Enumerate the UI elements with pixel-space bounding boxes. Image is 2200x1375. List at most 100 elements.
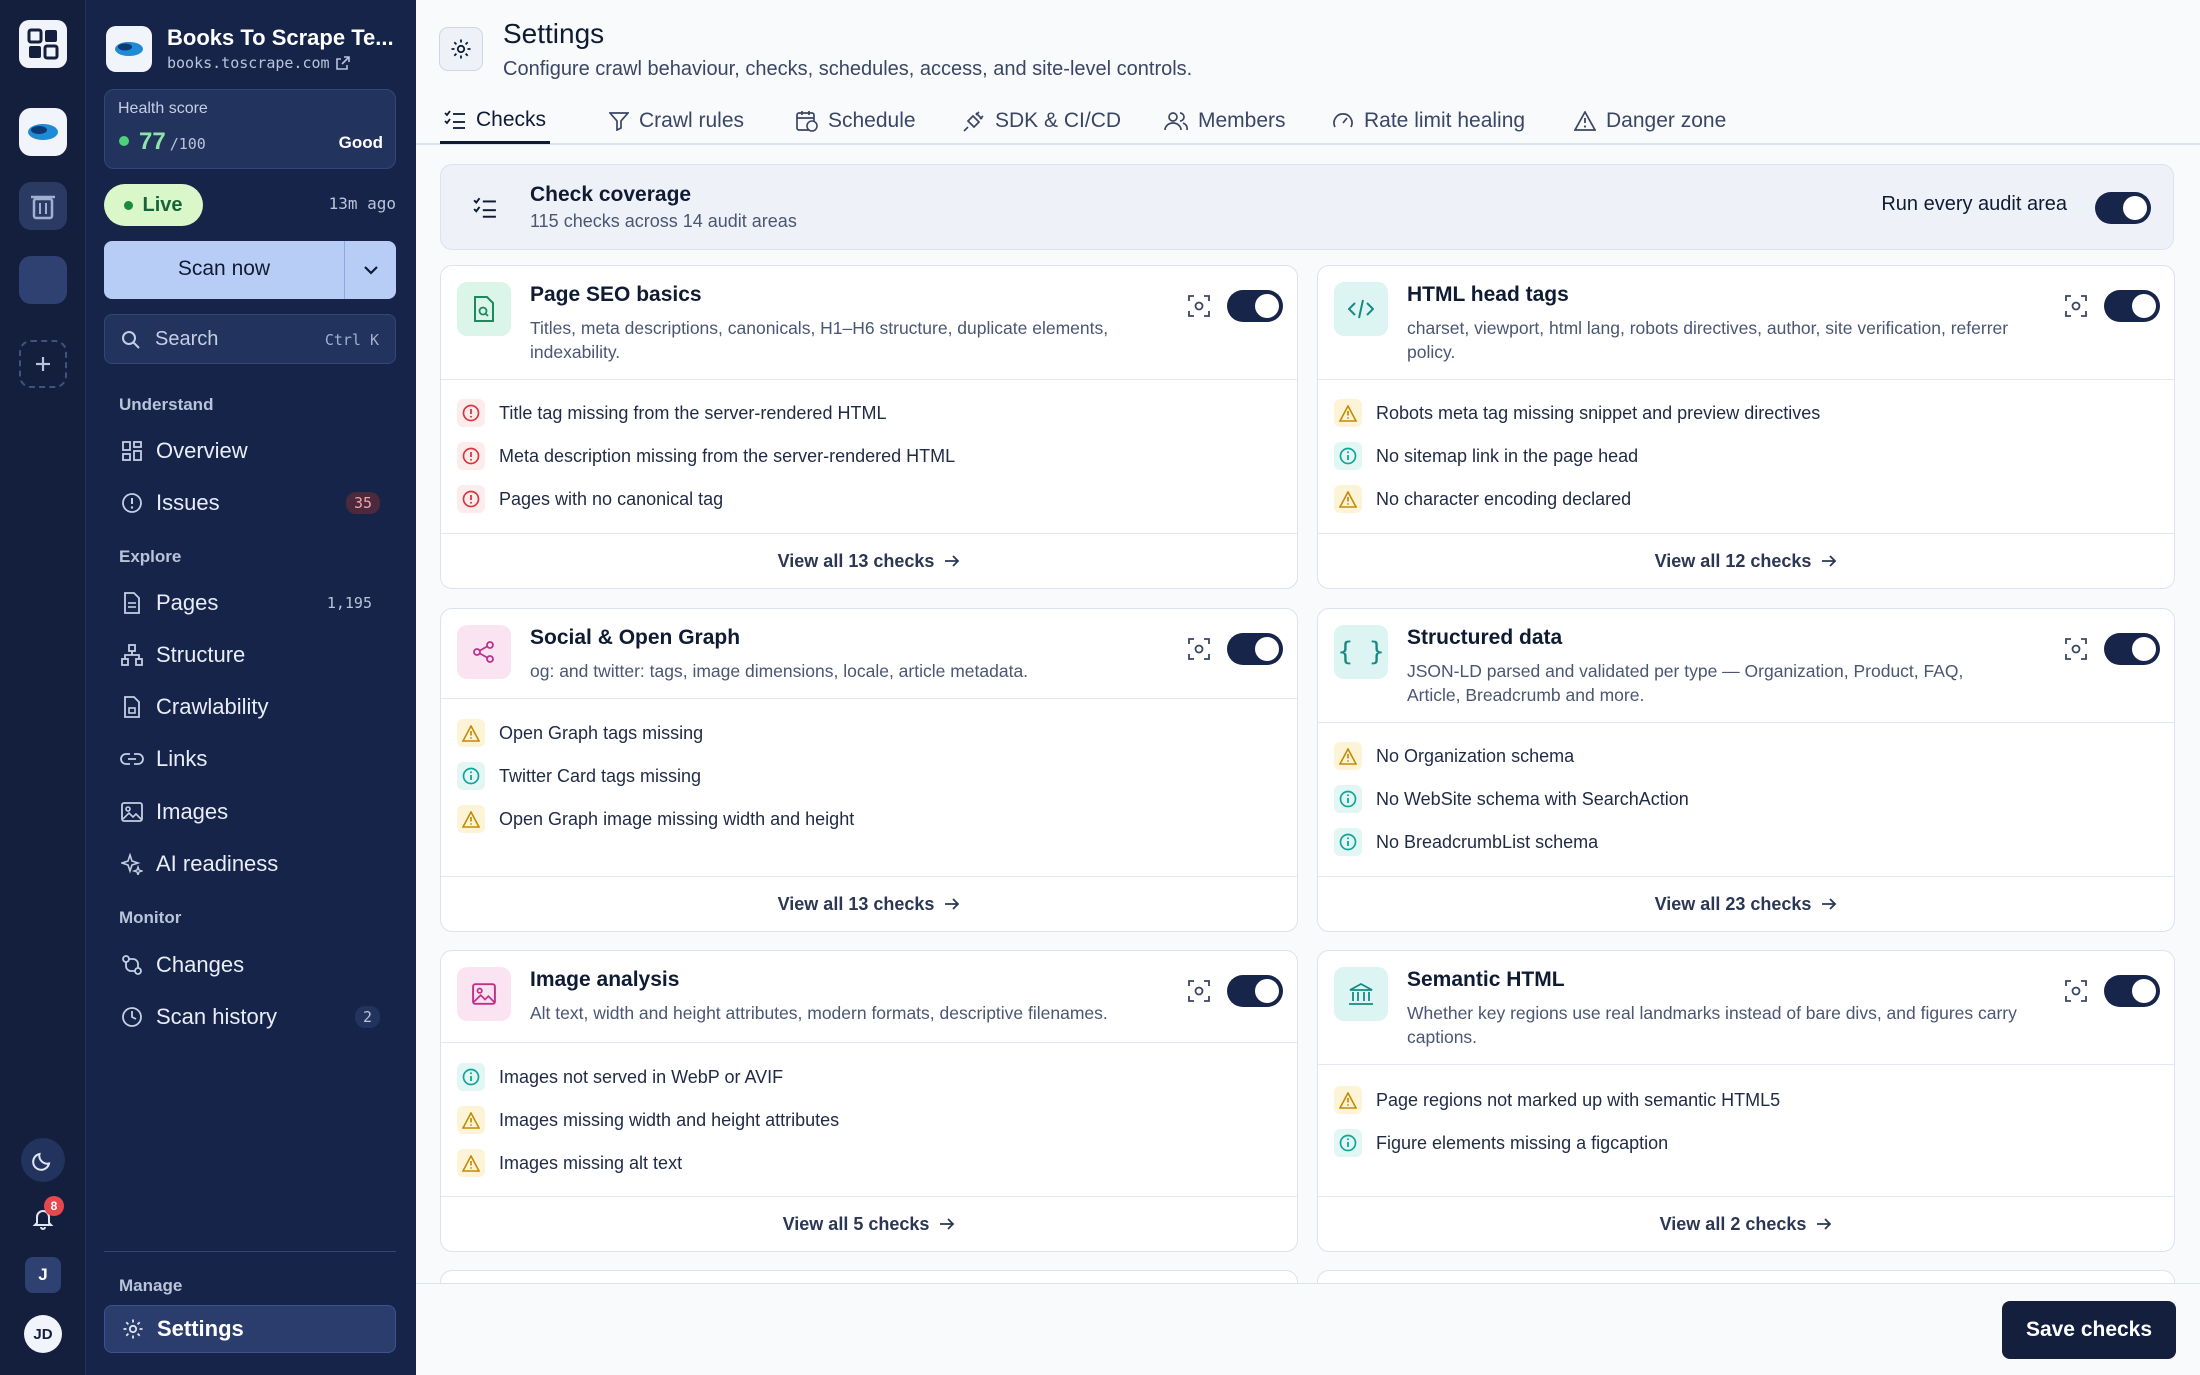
tab-crawl-rules-label: Crawl rules (639, 109, 745, 132)
nav-ai-readiness[interactable]: AI readiness (104, 842, 396, 886)
coverage-title: Check coverage (530, 183, 692, 206)
site-name: Books To Scrape Te... (167, 25, 394, 50)
health-score-value: 77 (139, 128, 166, 155)
nav-issues[interactable]: Issues 35 (104, 481, 396, 525)
tab-checks[interactable]: Checks (440, 98, 550, 144)
scan-options-button[interactable] (344, 241, 396, 299)
arrow-right-icon (1822, 555, 1837, 567)
card-page-seo-title: Page SEO basics (530, 283, 702, 306)
check-item: Images not served in WebP or AVIF (457, 1062, 783, 1092)
warning-icon (1334, 399, 1362, 427)
card-structured-data-toggle[interactable] (2104, 633, 2160, 665)
theme-toggle-moon-icon[interactable] (21, 1138, 65, 1182)
arrow-right-icon (1822, 898, 1837, 910)
card-image-analysis-toggle[interactable] (1227, 975, 1283, 1007)
add-site-icon[interactable] (19, 340, 67, 388)
card-html-head-view-all[interactable]: View all 12 checks (1318, 533, 2174, 588)
user-avatar[interactable]: JD (24, 1315, 62, 1353)
app-logo-icon[interactable] (19, 20, 67, 68)
tab-schedule[interactable]: Schedule (796, 98, 916, 144)
card-page-seo-focus-icon[interactable] (1185, 292, 1213, 320)
check-item: Page regions not marked up with semantic… (1334, 1085, 1780, 1115)
health-score-card[interactable]: Health score 77 /100 Good (104, 89, 396, 169)
card-semantic-html-title: Semantic HTML (1407, 968, 1565, 991)
card-structured-data-focus-icon[interactable] (2062, 635, 2090, 663)
check-item: Images missing alt text (457, 1148, 682, 1178)
card-image-analysis-focus-icon[interactable] (1185, 977, 1213, 1005)
notifications-bell-icon[interactable]: 8 (21, 1196, 65, 1240)
card-page-seo-toggle[interactable] (1227, 290, 1283, 322)
card-social-og: Social & Open Graph og: and twitter: tag… (440, 608, 1298, 932)
users-icon (1164, 112, 1188, 131)
card-page-seo-view-all[interactable]: View all 13 checks (441, 533, 1297, 588)
site-header[interactable]: Books To Scrape Te... books.toscrape.com (106, 22, 406, 78)
file-lock-icon (118, 696, 146, 718)
card-social-og-view-all[interactable]: View all 13 checks (441, 876, 1297, 931)
site-switcher-blank[interactable] (19, 256, 67, 304)
nav-scan-history[interactable]: Scan history 2 (104, 995, 396, 1039)
card-social-og-toggle[interactable] (1227, 633, 1283, 665)
grid-icon (118, 440, 146, 462)
card-structured-data-view-all[interactable]: View all 23 checks (1318, 876, 2174, 931)
card-semantic-html-toggle[interactable] (2104, 975, 2160, 1007)
card-html-head-toggle[interactable] (2104, 290, 2160, 322)
live-dot (124, 200, 134, 210)
last-scan-time: 13m ago (328, 194, 396, 213)
check-item: Robots meta tag missing snippet and prev… (1334, 398, 1820, 428)
scan-now-label: Scan now (177, 257, 271, 280)
nav-overview[interactable]: Overview (104, 429, 396, 473)
site-switcher-current[interactable] (19, 108, 67, 156)
check-item: No Organization schema (1334, 741, 1574, 771)
user-initials: JD (33, 1325, 53, 1343)
card-html-head-header: HTML head tags charset, viewport, html l… (1318, 266, 2174, 380)
warning-icon (457, 1149, 485, 1177)
list-checks-icon (444, 109, 465, 129)
error-icon (457, 442, 485, 470)
share-icon (457, 625, 511, 679)
tab-sdk[interactable]: SDK & CI/CD (963, 98, 1121, 144)
nav-changes[interactable]: Changes (104, 943, 396, 987)
tab-members[interactable]: Members (1164, 98, 1286, 144)
nav-issues-label: Issues (156, 490, 220, 515)
save-checks-button[interactable]: Save checks (2002, 1301, 2176, 1359)
nav-crawlability[interactable]: Crawlability (104, 685, 396, 729)
search-button[interactable]: Search Ctrl K (104, 314, 396, 364)
issues-count-badge: 35 (345, 492, 380, 514)
pages-count-badge: 1,195 (326, 594, 372, 612)
card-semantic-html-view-all[interactable]: View all 2 checks (1318, 1196, 2174, 1251)
info-icon (457, 762, 485, 790)
nav-changes-label: Changes (156, 952, 245, 977)
check-item: No BreadcrumbList schema (1334, 827, 1598, 857)
external-link-icon[interactable] (335, 56, 350, 70)
card-image-analysis-view-all[interactable]: View all 5 checks (441, 1196, 1297, 1251)
card-social-og-focus-icon[interactable] (1185, 635, 1213, 663)
warning-icon (1334, 742, 1362, 770)
info-icon (1334, 785, 1362, 813)
nav-structure[interactable]: Structure (104, 633, 396, 677)
nav-scan-history-label: Scan history (156, 1004, 278, 1029)
nav-pages[interactable]: Pages 1,195 (104, 581, 396, 625)
run-all-toggle[interactable] (2095, 192, 2151, 224)
tab-members-label: Members (1198, 109, 1286, 132)
card-structured-data-header: { } Structured data JSON-LD parsed and v… (1318, 609, 2174, 723)
nav-settings[interactable]: Settings (104, 1305, 396, 1353)
tab-crawl-rules[interactable]: Crawl rules (609, 98, 744, 144)
site-switcher-trash-icon[interactable] (19, 182, 67, 230)
card-structured-data-desc: JSON-LD parsed and validated per type — … (1407, 661, 1964, 705)
card-image-analysis-desc: Alt text, width and height attributes, m… (530, 1003, 1108, 1023)
tab-danger[interactable]: Danger zone (1574, 98, 1726, 144)
check-item: Title tag missing from the server-render… (457, 398, 886, 428)
scan-now-button[interactable]: Scan now (104, 241, 396, 299)
card-structured-data: { } Structured data JSON-LD parsed and v… (1317, 608, 2175, 932)
code-icon (1334, 282, 1388, 336)
workspace-initial: J (38, 1265, 48, 1284)
nav-links[interactable]: Links (104, 737, 396, 781)
tab-rate-limit[interactable]: Rate limit healing (1332, 98, 1525, 144)
arrow-right-icon (1817, 1218, 1832, 1230)
workspace-avatar[interactable]: J (25, 1257, 61, 1293)
card-html-head-focus-icon[interactable] (2062, 292, 2090, 320)
card-semantic-html-focus-icon[interactable] (2062, 977, 2090, 1005)
nav-images[interactable]: Images (104, 790, 396, 834)
check-item: Pages with no canonical tag (457, 484, 723, 514)
check-item: No sitemap link in the page head (1334, 441, 1638, 471)
